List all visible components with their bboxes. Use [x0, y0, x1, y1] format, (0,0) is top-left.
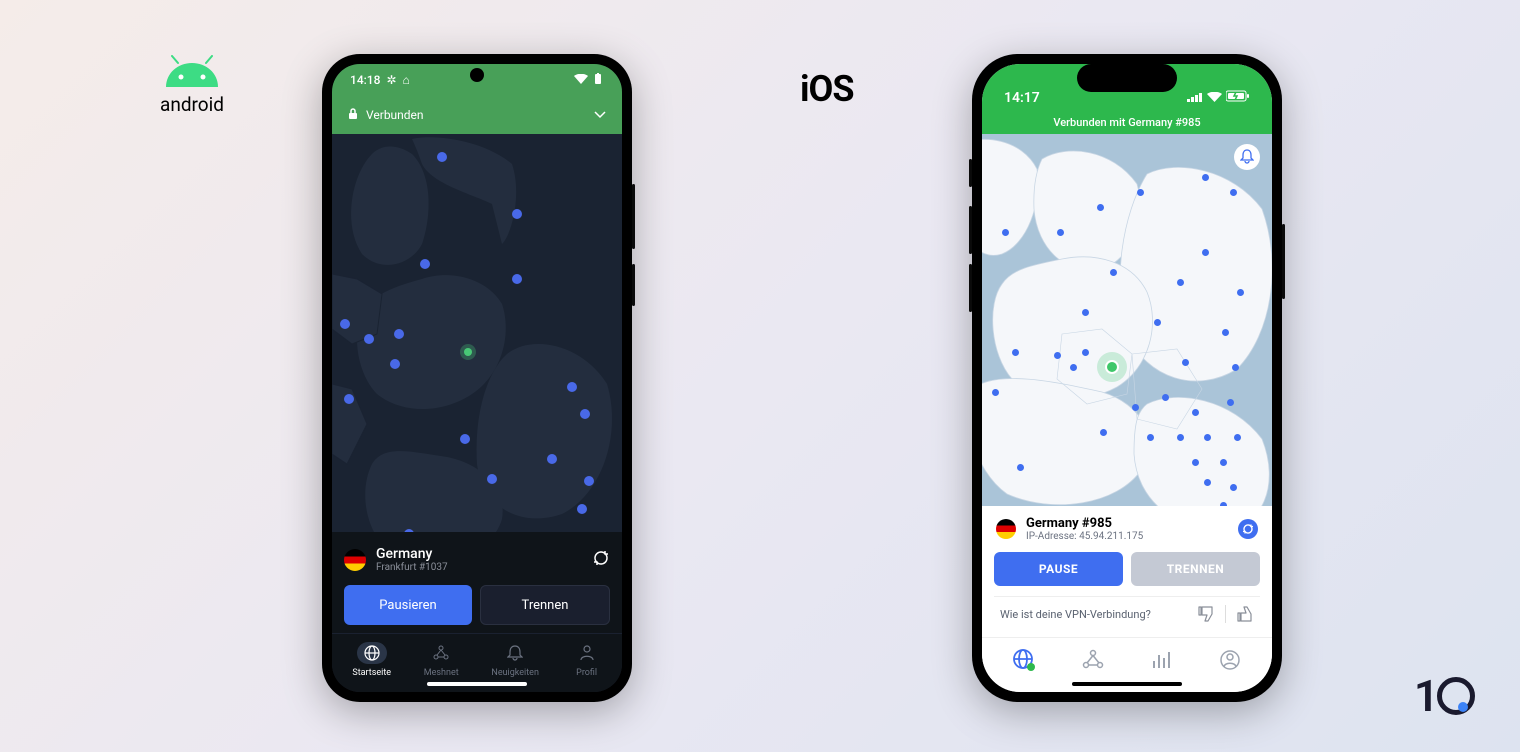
disconnect-button[interactable]: TRENNEN — [1131, 552, 1260, 586]
watermark-circle-icon — [1437, 677, 1475, 715]
server-map-light[interactable] — [982, 134, 1272, 506]
nav-meshnet[interactable] — [1068, 648, 1118, 672]
server-detail: Frankfurt #1037 — [376, 562, 448, 573]
nav-profile[interactable] — [1205, 648, 1255, 672]
nav-meshnet[interactable]: Meshnet — [424, 642, 459, 678]
android-text: android — [160, 93, 224, 116]
connection-panel: Germany #985 IP-Adresse: 45.94.211.175 P… — [982, 506, 1272, 637]
stats-icon — [1150, 649, 1172, 671]
home-indicator — [1072, 682, 1182, 686]
connection-panel: Germany Frankfurt #1037 Pausieren Trenne… — [332, 532, 622, 633]
nav-profile-label: Profil — [576, 668, 597, 678]
globe-connected-icon — [1012, 648, 1036, 672]
ios-os-label: iOS — [800, 68, 854, 110]
android-robot-icon — [162, 55, 222, 91]
refresh-server-button[interactable] — [1238, 519, 1258, 539]
notifications-button[interactable] — [1234, 144, 1260, 170]
feedback-row: Wie ist deine VPN-Verbindung? — [994, 596, 1260, 631]
nav-meshnet-label: Meshnet — [424, 668, 459, 678]
server-country: Germany — [376, 546, 448, 562]
wifi-icon — [574, 73, 588, 87]
server-ip: IP-Adresse: 45.94.211.175 — [1026, 531, 1143, 542]
ios-phone-mockup: 14:17 Verbunden mit Germany #985 — [972, 54, 1282, 702]
profile-icon — [579, 644, 595, 662]
status-time: 14:18 — [350, 73, 380, 87]
server-name: Germany #985 — [1026, 516, 1143, 531]
germany-flag-icon — [996, 519, 1016, 539]
status-app-icon: ✲ — [386, 73, 396, 87]
refresh-server-button[interactable] — [592, 549, 610, 571]
nav-home[interactable] — [999, 648, 1049, 672]
profile-icon — [1219, 649, 1241, 671]
nav-home[interactable]: Startseite — [352, 642, 391, 678]
wifi-icon — [1207, 90, 1222, 106]
status-time: 14:17 — [1004, 90, 1040, 106]
germany-flag-icon — [344, 549, 366, 571]
feedback-prompt: Wie ist deine VPN-Verbindung? — [1000, 608, 1151, 621]
watermark-digit: 1 — [1414, 670, 1439, 722]
connected-text: Verbunden mit Germany #985 — [1053, 116, 1200, 129]
brand-watermark: 1 — [1414, 670, 1475, 722]
nav-profile[interactable]: Profil — [572, 642, 602, 678]
pause-button[interactable]: PAUSE — [994, 552, 1123, 586]
globe-icon — [363, 644, 381, 662]
nav-news[interactable]: Neuigkeiten — [491, 642, 539, 678]
battery-icon — [592, 73, 604, 88]
nav-news-label: Neuigkeiten — [491, 668, 539, 678]
nav-home-label: Startseite — [352, 668, 391, 678]
disconnect-button[interactable]: Trennen — [480, 585, 610, 625]
cellular-icon — [1187, 90, 1203, 106]
status-vpn-icon: ⌂ — [403, 73, 410, 87]
meshnet-icon — [432, 644, 450, 662]
meshnet-icon — [1082, 649, 1104, 671]
connected-banner: Verbunden mit Germany #985 — [982, 110, 1272, 134]
chevron-down-icon — [594, 108, 606, 122]
connected-banner[interactable]: Verbunden — [332, 96, 622, 134]
android-os-label: android — [160, 55, 224, 116]
bell-icon — [507, 644, 523, 662]
thumbs-down-icon[interactable] — [1197, 605, 1215, 623]
battery-charging-icon — [1226, 90, 1250, 106]
nav-stats[interactable] — [1136, 648, 1186, 672]
home-indicator — [427, 682, 527, 686]
lock-icon — [348, 108, 358, 123]
server-map-dark[interactable] — [332, 134, 622, 532]
pause-button[interactable]: Pausieren — [344, 585, 472, 625]
connected-text: Verbunden — [366, 108, 424, 122]
android-phone-mockup: 14:18 ✲ ⌂ — [322, 54, 632, 702]
thumbs-up-icon[interactable] — [1236, 605, 1254, 623]
